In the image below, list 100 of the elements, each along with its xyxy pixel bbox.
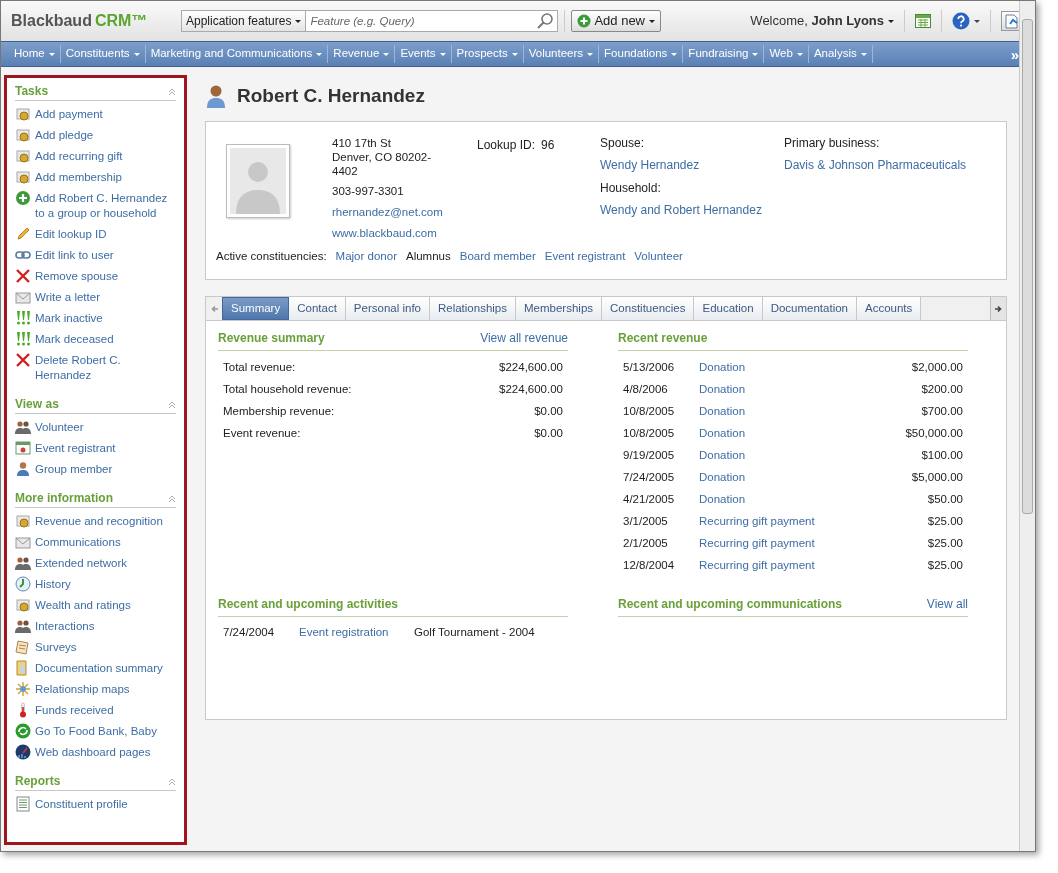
search-field[interactable]: Feature (e.g. Query) — [306, 10, 559, 32]
constituency-link[interactable]: Major donor — [335, 248, 397, 266]
nav-menu[interactable]: Marketing and Communications — [145, 45, 328, 63]
constituency-link[interactable]: Volunteer — [634, 248, 683, 266]
arrow-right-icon — [994, 304, 1003, 313]
revenue-link[interactable]: Recurring gift payment — [699, 534, 815, 552]
arrow-left-icon — [209, 304, 219, 313]
nav-menu[interactable]: Analysis — [808, 45, 872, 63]
tab[interactable]: Documentation — [762, 297, 857, 321]
sidebar-link[interactable]: Interactions — [35, 618, 95, 634]
tab[interactable]: Education — [694, 297, 763, 321]
nav-menu[interactable]: Constituents — [60, 45, 145, 63]
people-icon — [15, 618, 31, 634]
table-cell-text: 10/8/2005 — [623, 425, 676, 441]
sidebar-link[interactable]: Write a letter — [35, 289, 100, 305]
sidebar-link[interactable]: Add payment — [35, 106, 103, 122]
nav-menu[interactable]: Home — [9, 45, 60, 63]
circular-arrow-icon — [15, 723, 31, 739]
revenue-link[interactable]: Donation — [699, 490, 746, 508]
sidebar-link[interactable]: Add Robert C. Hernandez to a group or household — [35, 190, 176, 221]
nav-menu[interactable]: Fundraising — [683, 45, 764, 63]
revenue-link[interactable]: Donation — [699, 402, 746, 420]
add-new-button[interactable]: Add new — [571, 10, 661, 32]
people-icon — [15, 419, 31, 435]
revenue-link[interactable]: Donation — [699, 468, 746, 486]
spouse-link[interactable]: Wendy Hernandez — [600, 158, 700, 173]
activity-link[interactable]: Event registration — [299, 623, 414, 641]
household-link[interactable]: Wendy and Robert Hernandez — [600, 203, 762, 218]
tab[interactable]: Accounts — [857, 297, 922, 321]
view-all-link[interactable]: View all revenue — [480, 329, 568, 348]
coins-icon — [15, 106, 31, 122]
tab[interactable]: Constituencies — [602, 297, 695, 321]
scrollbar[interactable] — [1019, 1, 1035, 851]
sidebar-link[interactable]: Go To Food Bank, Baby — [35, 723, 157, 739]
sidebar-link[interactable]: Edit link to user — [35, 247, 114, 263]
caret-icon — [860, 52, 867, 56]
email-link[interactable]: rhernandez@net.com — [332, 205, 443, 219]
constituency-link[interactable]: Event registrant — [544, 248, 626, 266]
revenue-link[interactable]: Donation — [699, 358, 746, 376]
document-button[interactable] — [1001, 11, 1021, 31]
table-cell-text: 2/1/2005 — [623, 535, 669, 551]
revenue-link[interactable]: Donation — [699, 424, 746, 442]
sidebar-link[interactable]: Add pledge — [35, 127, 94, 143]
sidebar-link[interactable]: Revenue and recognition — [35, 513, 163, 529]
sidebar-link[interactable]: Mark inactive — [35, 310, 103, 326]
sidebar-link[interactable]: Communications — [35, 534, 121, 550]
scroll-thumb[interactable] — [1022, 19, 1033, 514]
nav-menu[interactable]: Revenue — [328, 45, 395, 63]
sidebar-link[interactable]: Relationship maps — [35, 681, 130, 697]
tab[interactable]: Memberships — [516, 297, 603, 321]
coins-icon — [15, 127, 31, 143]
revenue-link[interactable]: Recurring gift payment — [699, 556, 815, 574]
field-label: Household: — [600, 181, 662, 196]
revenue-link[interactable]: Donation — [699, 446, 746, 464]
sidebar-link[interactable]: Add recurring gift — [35, 148, 123, 164]
help-icon — [952, 12, 970, 30]
sidebar-link[interactable]: Add membership — [35, 169, 122, 185]
table-cell-text: Total revenue: — [223, 359, 296, 375]
view-all-link[interactable]: View all — [926, 595, 968, 614]
sidebar-link[interactable]: Web dashboard pages — [35, 744, 151, 760]
revenue-link[interactable]: Donation — [699, 380, 746, 398]
search-scope-dropdown[interactable]: Application features — [181, 10, 307, 32]
sidebar-link[interactable]: Volunteer — [35, 419, 84, 435]
revenue-link[interactable]: Recurring gift payment — [699, 512, 815, 530]
delete-icon — [15, 268, 31, 284]
sidebar-link[interactable]: Edit lookup ID — [35, 226, 107, 242]
tab[interactable]: Personal info — [345, 297, 430, 321]
sidebar-link[interactable]: Wealth and ratings — [35, 597, 131, 613]
field-label: Spouse: — [600, 136, 646, 151]
nav-menu[interactable]: Web — [764, 45, 808, 63]
sidebar-link[interactable]: Constituent profile — [35, 796, 128, 812]
sidebar-link[interactable]: Funds received — [35, 702, 114, 718]
logo-text: Blackbaud — [11, 11, 92, 31]
person-icon — [205, 84, 227, 108]
sidebar-link[interactable]: Delete Robert C. Hernandez — [35, 352, 176, 383]
nav-menu[interactable]: Foundations — [599, 45, 683, 63]
sidebar-link[interactable]: Extended network — [35, 555, 128, 571]
sidebar-link[interactable]: Surveys — [35, 639, 77, 655]
nav-menu[interactable]: Volunteers — [523, 45, 599, 63]
sidebar-link[interactable]: Group member — [35, 461, 113, 477]
website-link[interactable]: www.blackbaud.com — [332, 226, 437, 240]
sidebar-link[interactable]: Remove spouse — [35, 268, 119, 284]
tab[interactable]: Contact — [289, 297, 346, 321]
sidebar-link[interactable]: Mark deceased — [35, 331, 114, 347]
table-cell-text: 3/1/2005 — [623, 513, 669, 529]
more-menus-button[interactable]: » — [1010, 46, 1021, 62]
scroll-right-button[interactable] — [990, 297, 1006, 321]
constituency-link[interactable]: Board member — [459, 248, 536, 266]
tab[interactable]: Relationships — [429, 297, 516, 321]
sidebar-link[interactable]: History — [35, 576, 71, 592]
nav-menu[interactable]: Prospects — [451, 45, 523, 63]
sidebar-link[interactable]: Event registrant — [35, 440, 116, 456]
coins-icon — [15, 513, 31, 529]
table-cell-text: $50,000.00 — [905, 425, 963, 441]
notepad-icon — [15, 639, 31, 655]
sidebar-link[interactable]: Documentation summary — [35, 660, 163, 676]
user-menu[interactable]: Welcome, John Lyons — [750, 11, 894, 31]
nav-menu[interactable]: Events — [395, 45, 451, 63]
tab[interactable]: Summary — [222, 297, 290, 321]
business-link[interactable]: Davis & Johnson Pharmaceuticals — [784, 158, 967, 173]
